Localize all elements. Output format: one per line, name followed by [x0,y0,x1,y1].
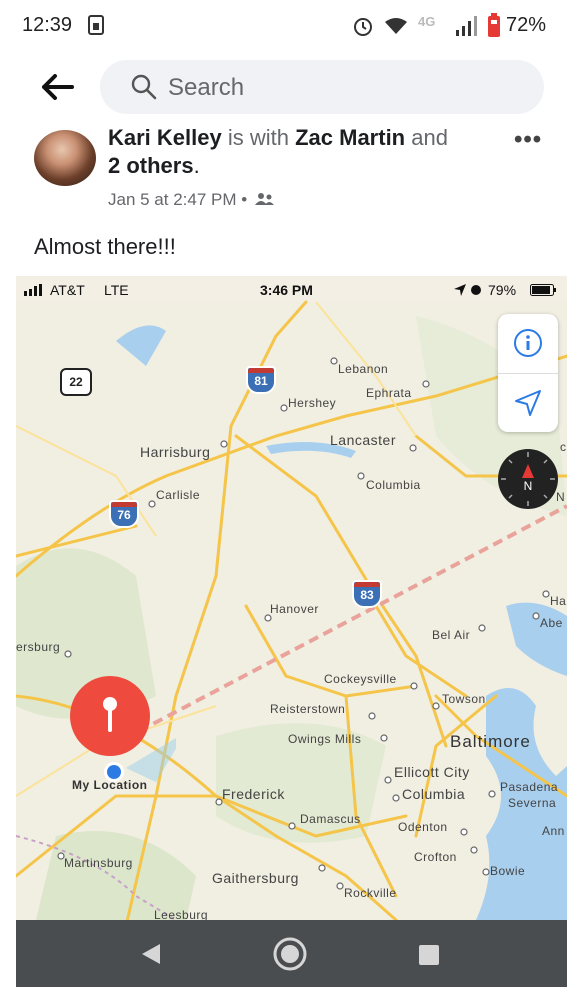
post-title: Kari Kelley is with Zac Martin and 2 othe… [108,124,498,180]
back-triangle-icon[interactable] [140,942,162,966]
android-nav-bar [16,920,567,987]
post-timestamp[interactable]: Jan 5 at 2:47 PM • [108,190,247,209]
network-type: 4G [418,14,436,29]
top-bar: Search [0,48,567,130]
tagged-name[interactable]: Zac Martin [295,125,405,150]
info-icon[interactable] [513,328,543,358]
and-text: and [405,125,448,150]
search-placeholder: Search [168,74,245,101]
period: . [193,153,200,178]
post-image-map[interactable]: AT&T LTE 3:46 PM 79% 22 81 76 83 Lebanon… [16,276,567,920]
wifi-icon [385,18,407,34]
back-arrow-icon[interactable] [42,74,74,100]
post-text: Almost there!!! [34,234,176,259]
post-meta: Jan 5 at 2:47 PM • [108,190,275,210]
status-time: 12:39 [22,14,73,36]
home-circle-icon[interactable] [272,936,308,972]
recents-square-icon[interactable] [418,944,440,966]
search-bar[interactable]: Search [100,60,544,114]
sim-icon [88,15,104,35]
author-name[interactable]: Kari Kelley [108,125,222,150]
controls-divider [498,373,558,374]
with-text: is with [221,125,296,150]
avatar[interactable] [34,130,96,186]
location-arrow-icon[interactable] [513,388,543,418]
search-icon [131,74,157,100]
signal-icon [456,16,477,36]
status-bar: 12:39 4G 72% [0,0,567,48]
battery-icon [488,13,500,37]
friends-icon [254,193,274,205]
town-markers [57,357,550,890]
pin-icon[interactable] [66,672,176,792]
map-controls [498,314,558,432]
post: Kari Kelley is with Zac Martin and 2 othe… [0,125,567,276]
battery-percent: 72% [506,14,547,36]
alarm-icon [354,18,372,36]
compass-icon[interactable]: N [497,448,559,510]
compass-label: N [524,479,533,493]
others-link[interactable]: 2 others [108,153,194,178]
more-options-icon[interactable]: ••• [514,126,542,154]
